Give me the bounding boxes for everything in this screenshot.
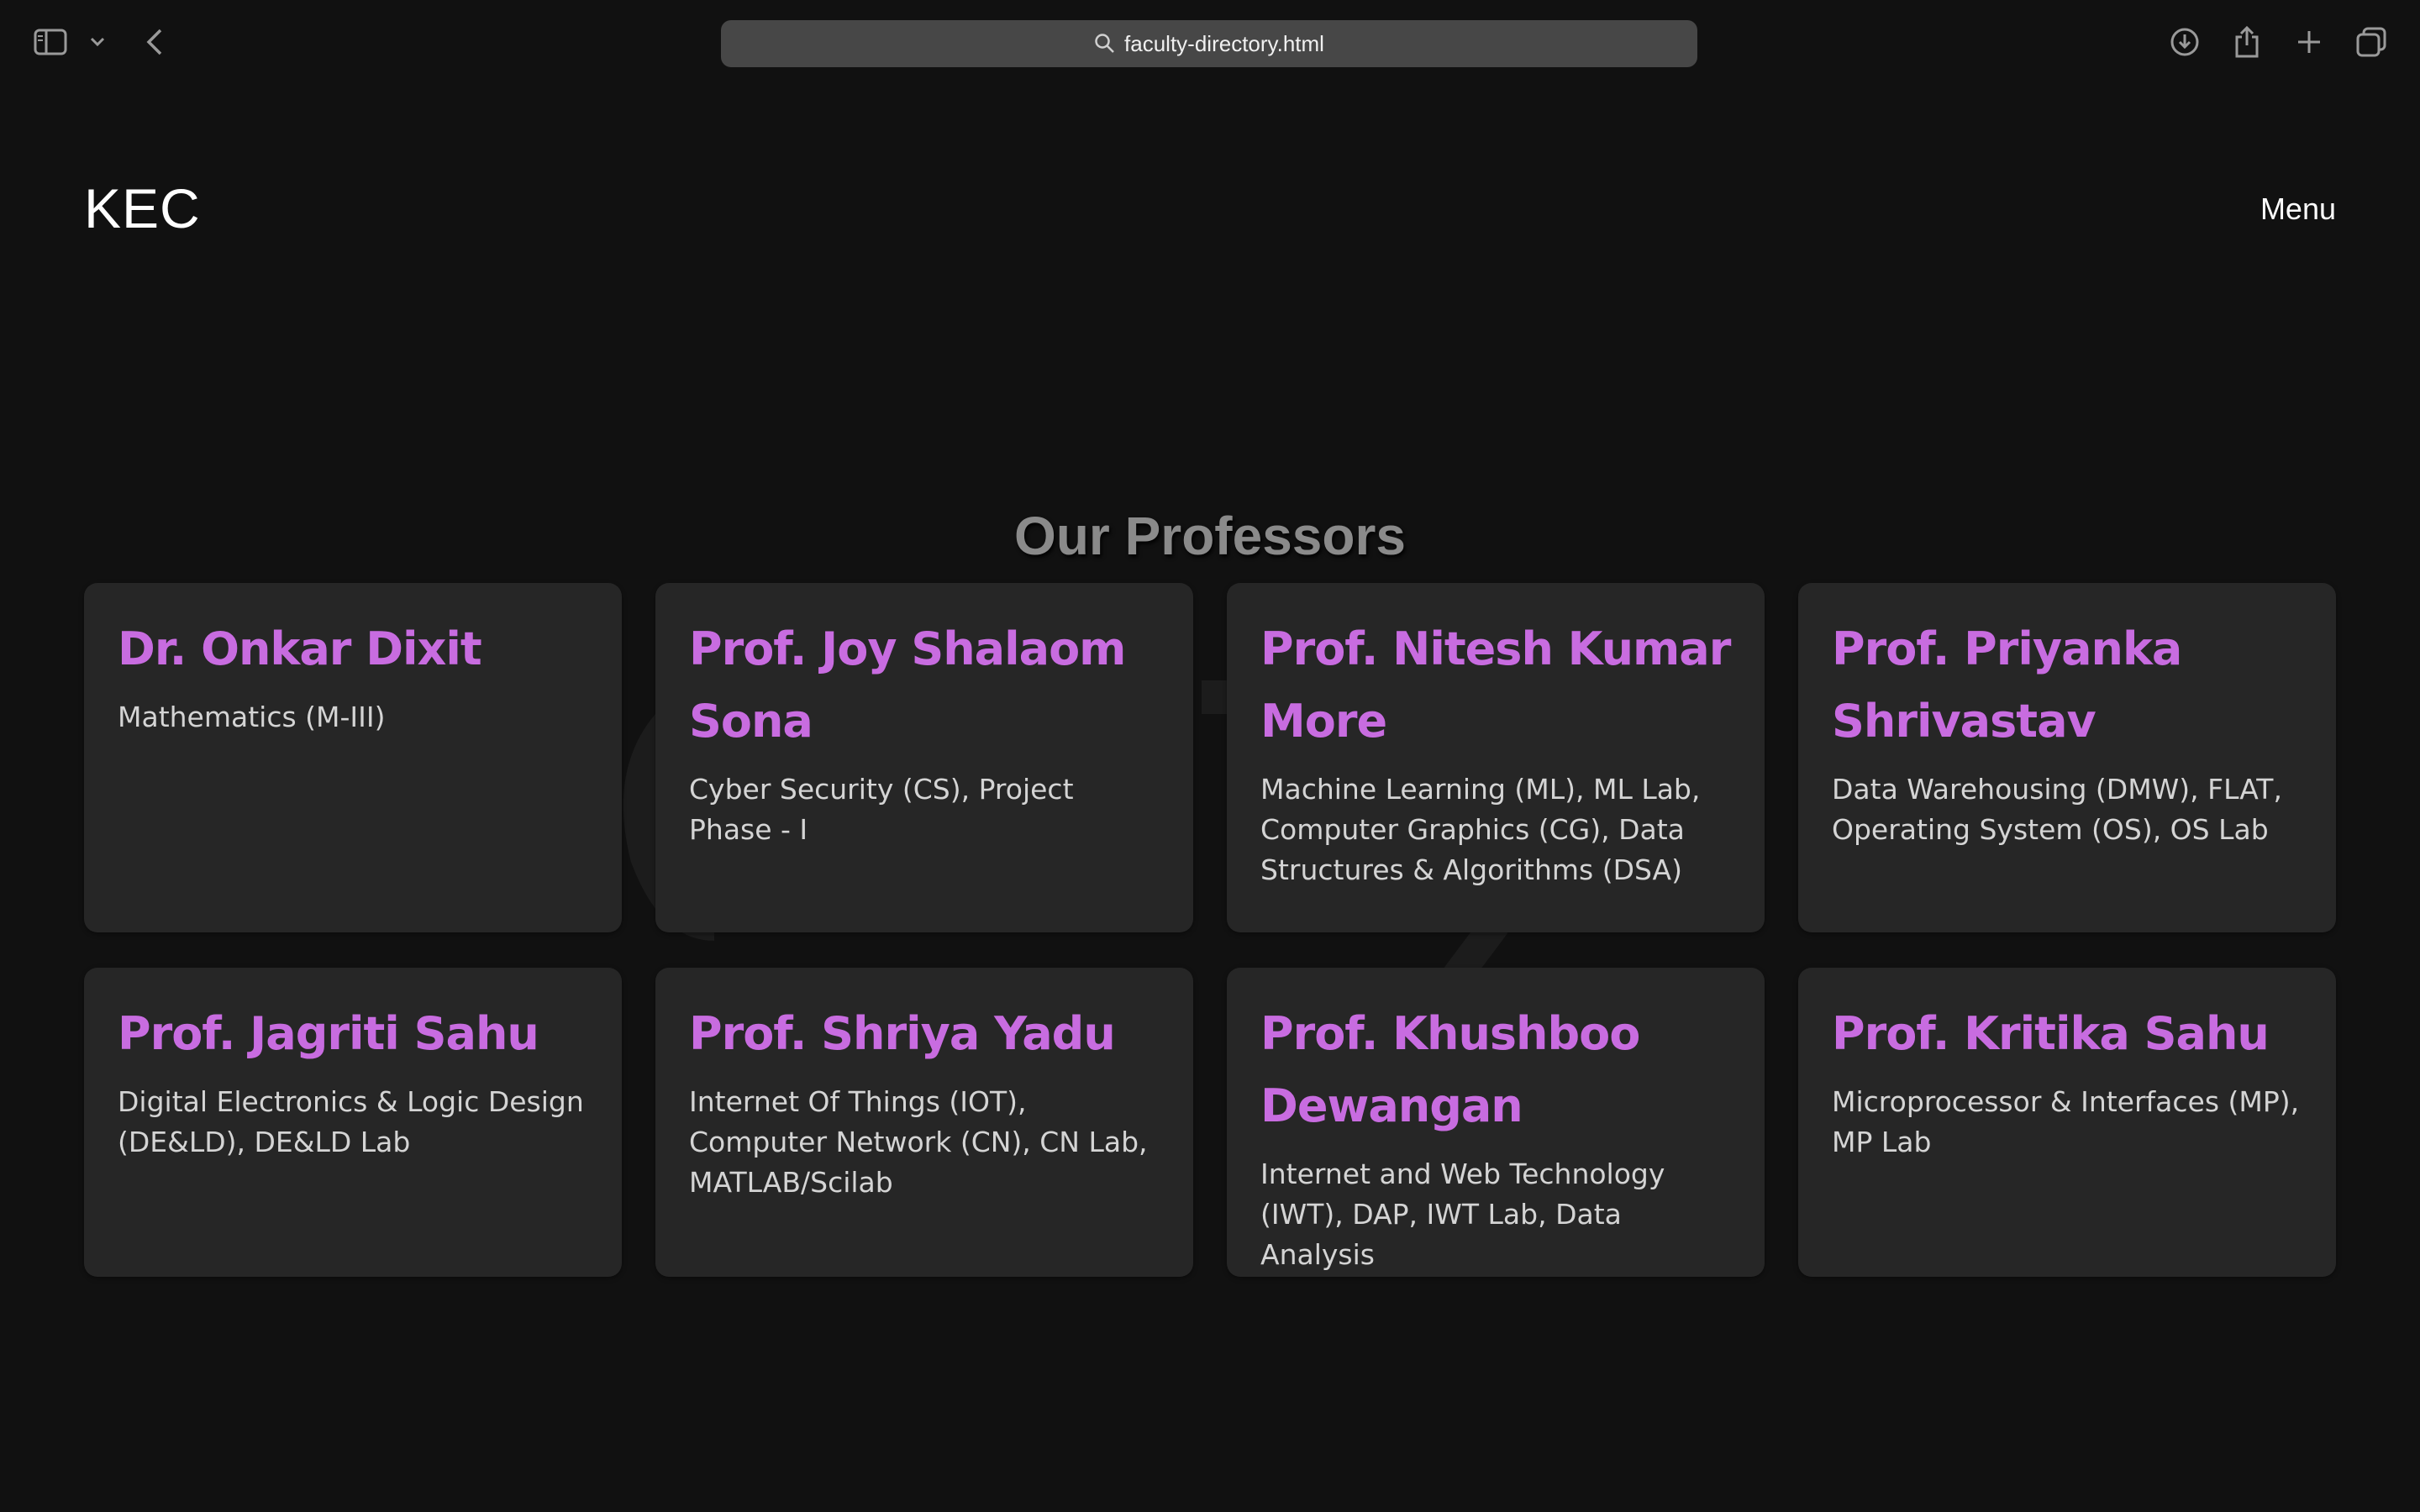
professor-name: Prof. Joy Shalaom Sona <box>689 622 1126 748</box>
download-icon[interactable] <box>2165 22 2205 62</box>
page-title: Our Professors <box>1014 505 1406 566</box>
share-icon[interactable] <box>2227 22 2267 62</box>
chevron-down-icon[interactable] <box>77 22 118 62</box>
professor-subjects: Internet Of Things (IOT), Computer Netwo… <box>689 1085 1148 1199</box>
address-bar[interactable]: faculty-directory.html <box>721 20 1697 67</box>
professor-card: Prof. Jagriti Sahu Digital Electronics &… <box>84 968 622 1277</box>
back-icon[interactable] <box>134 22 175 62</box>
browser-toolbar: faculty-directory.html <box>0 0 2420 87</box>
professor-subjects: Cyber Security (CS), Project Phase - I <box>689 773 1074 846</box>
professor-name: Prof. Shriya Yadu <box>689 1007 1116 1060</box>
professor-card: Prof. Priyanka Shrivastav Data Warehousi… <box>1798 583 2336 932</box>
professor-card: Prof. Khushboo Dewangan Internet and Web… <box>1227 968 1765 1277</box>
professor-grid: Dr. Onkar Dixit Mathematics (M-III) Prof… <box>84 583 2336 1277</box>
professor-subjects: Mathematics (M-III) <box>118 701 386 733</box>
professor-name: Prof. Khushboo Dewangan <box>1260 1007 1640 1132</box>
professor-name: Prof. Jagriti Sahu <box>118 1007 539 1060</box>
professor-card: Prof. Joy Shalaom Sona Cyber Security (C… <box>655 583 1193 932</box>
professor-subjects: Data Warehousing (DMW), FLAT, Operating … <box>1832 773 2282 846</box>
menu-button[interactable]: Menu <box>2260 192 2336 227</box>
url-text: faculty-directory.html <box>1124 30 1324 56</box>
sidebar-icon[interactable] <box>30 22 71 62</box>
professor-card: Dr. Onkar Dixit Mathematics (M-III) <box>84 583 622 932</box>
professor-card: Prof. Nitesh Kumar More Machine Learning… <box>1227 583 1765 932</box>
professor-card: Prof. Kritika Sahu Microprocessor & Inte… <box>1798 968 2336 1277</box>
professor-subjects: Microprocessor & Interfaces (MP), MP Lab <box>1832 1085 2300 1158</box>
plus-icon[interactable] <box>2289 22 2329 62</box>
professor-card: Prof. Shriya Yadu Internet Of Things (IO… <box>655 968 1193 1277</box>
professor-subjects: Internet and Web Technology (IWT), DAP, … <box>1260 1158 1665 1271</box>
site-logo[interactable]: KEC <box>84 176 201 240</box>
professor-name: Dr. Onkar Dixit <box>118 622 482 675</box>
professor-subjects: Digital Electronics & Logic Design (DE&L… <box>118 1085 584 1158</box>
search-icon <box>1094 33 1116 55</box>
professor-name: Prof. Nitesh Kumar More <box>1260 622 1731 748</box>
tabs-icon[interactable] <box>2351 22 2391 62</box>
professor-name: Prof. Priyanka Shrivastav <box>1832 622 2182 748</box>
professor-subjects: Machine Learning (ML), ML Lab, Computer … <box>1260 773 1701 886</box>
professor-name: Prof. Kritika Sahu <box>1832 1007 2270 1060</box>
